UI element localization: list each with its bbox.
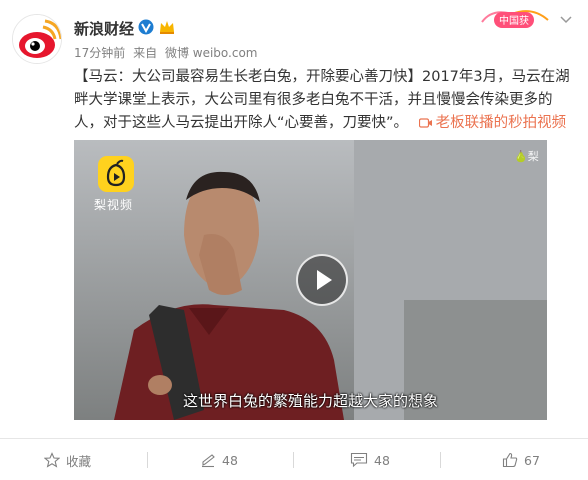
- favorite-label: 收藏: [66, 453, 92, 469]
- pear-corner-icon: 🍐: [514, 150, 528, 163]
- source-prefix: 来自: [133, 46, 158, 60]
- vip-crown-icon[interactable]: [158, 18, 176, 36]
- video-camera-icon: [418, 118, 432, 128]
- action-separator: [293, 452, 294, 468]
- repost-icon: [202, 454, 215, 468]
- like-count: 67: [524, 452, 540, 468]
- action-separator: [147, 452, 148, 468]
- pear-video-logo: [98, 156, 134, 192]
- chevron-down-icon[interactable]: [560, 16, 572, 24]
- sina-eye-logo-icon: [13, 15, 61, 63]
- pear-corner-watermark: 🍐梨: [514, 148, 539, 164]
- action-separator: [440, 452, 441, 468]
- play-icon: [317, 270, 332, 290]
- favorite-button[interactable]: 收藏: [44, 448, 91, 472]
- like-button[interactable]: 67: [502, 448, 540, 472]
- post-meta: 17分钟前 来自 微博 weibo.com: [74, 44, 262, 61]
- divider: [0, 438, 588, 439]
- avatar[interactable]: [12, 14, 62, 64]
- verified-v-icon: [138, 19, 154, 35]
- post-time[interactable]: 17分钟前: [74, 46, 125, 60]
- post-source[interactable]: 微博 weibo.com: [165, 46, 258, 60]
- video-link[interactable]: 老板联播的秒拍视频: [418, 115, 567, 131]
- post-text: 【马云：大公司最容易生长老白兔，开除要心善刀快】2017年3月，马云在湖畔大学课…: [74, 66, 574, 135]
- pear-video-brand: 梨视频: [94, 198, 134, 212]
- user-name[interactable]: 新浪财经: [74, 18, 134, 39]
- video-player[interactable]: 梨视频 🍐梨 这世界白兔的繁殖能力超越大家的想象: [74, 140, 547, 420]
- comment-icon: [350, 452, 368, 468]
- festival-badge-icon: 中国获: [481, 10, 549, 28]
- comment-button[interactable]: 48: [350, 448, 390, 472]
- star-icon: [44, 452, 60, 468]
- thumbs-up-icon: [502, 452, 518, 468]
- play-button[interactable]: [296, 254, 348, 306]
- pear-logo-icon: [106, 159, 126, 187]
- repost-count: 48: [222, 452, 238, 468]
- badge-text: 中国获: [499, 14, 529, 27]
- repost-button[interactable]: 48: [200, 448, 238, 472]
- video-subtitle: 这世界白兔的繁殖能力超越大家的想象: [182, 392, 438, 410]
- video-link-label: 老板联播的秒拍视频: [435, 115, 567, 131]
- pear-corner-text: 梨: [527, 150, 539, 163]
- comment-count: 48: [374, 452, 390, 468]
